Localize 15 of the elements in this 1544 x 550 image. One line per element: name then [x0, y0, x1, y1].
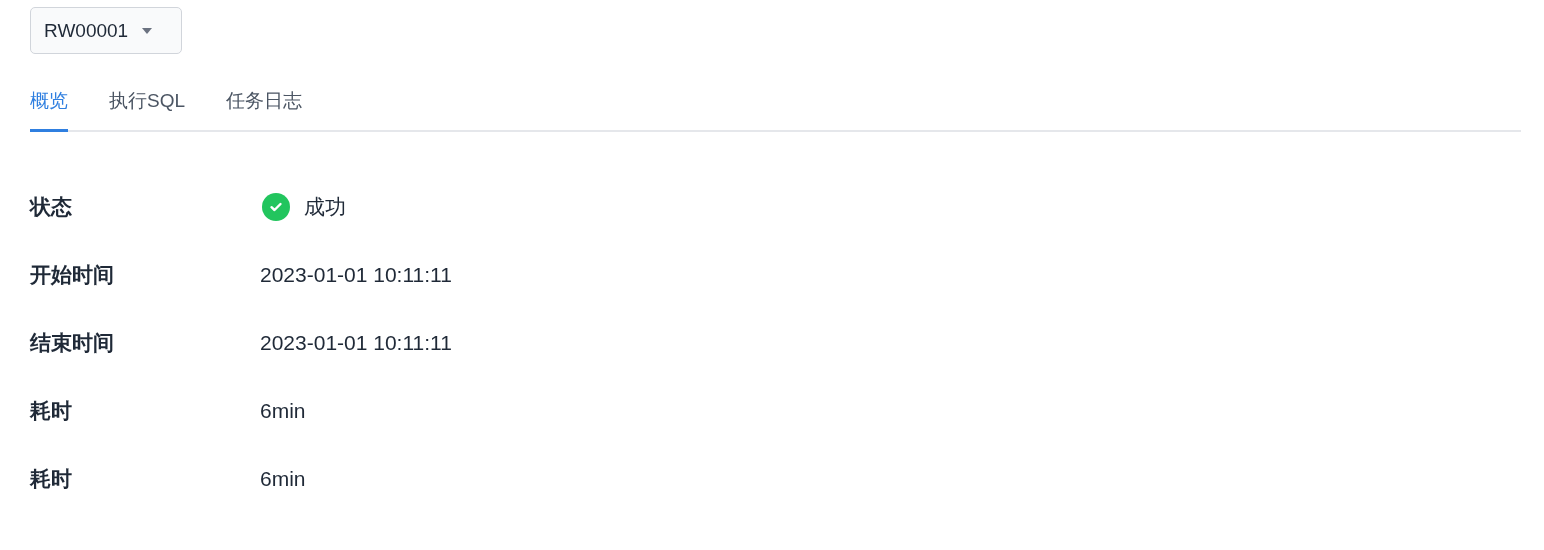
- field-label: 结束时间: [30, 330, 115, 356]
- field-label: 状态: [30, 194, 73, 220]
- caret-icon: [142, 27, 153, 34]
- field-label: 耗时: [30, 466, 73, 492]
- field-value: 6min: [260, 467, 306, 491]
- status-text: 成功: [304, 194, 346, 220]
- tab[interactable]: 任务日志: [226, 80, 303, 132]
- tab[interactable]: 执行SQL: [109, 80, 186, 132]
- field-label: 耗时: [30, 398, 73, 424]
- field-value: 2023-01-01 10:11:11: [260, 331, 452, 355]
- task-select[interactable]: RW00001: [30, 7, 182, 54]
- tab[interactable]: 概览: [30, 80, 68, 132]
- field-label: 开始时间: [30, 262, 115, 288]
- field-value: 6min: [260, 399, 306, 423]
- field-value: 2023-01-01 10:11:11: [260, 263, 452, 287]
